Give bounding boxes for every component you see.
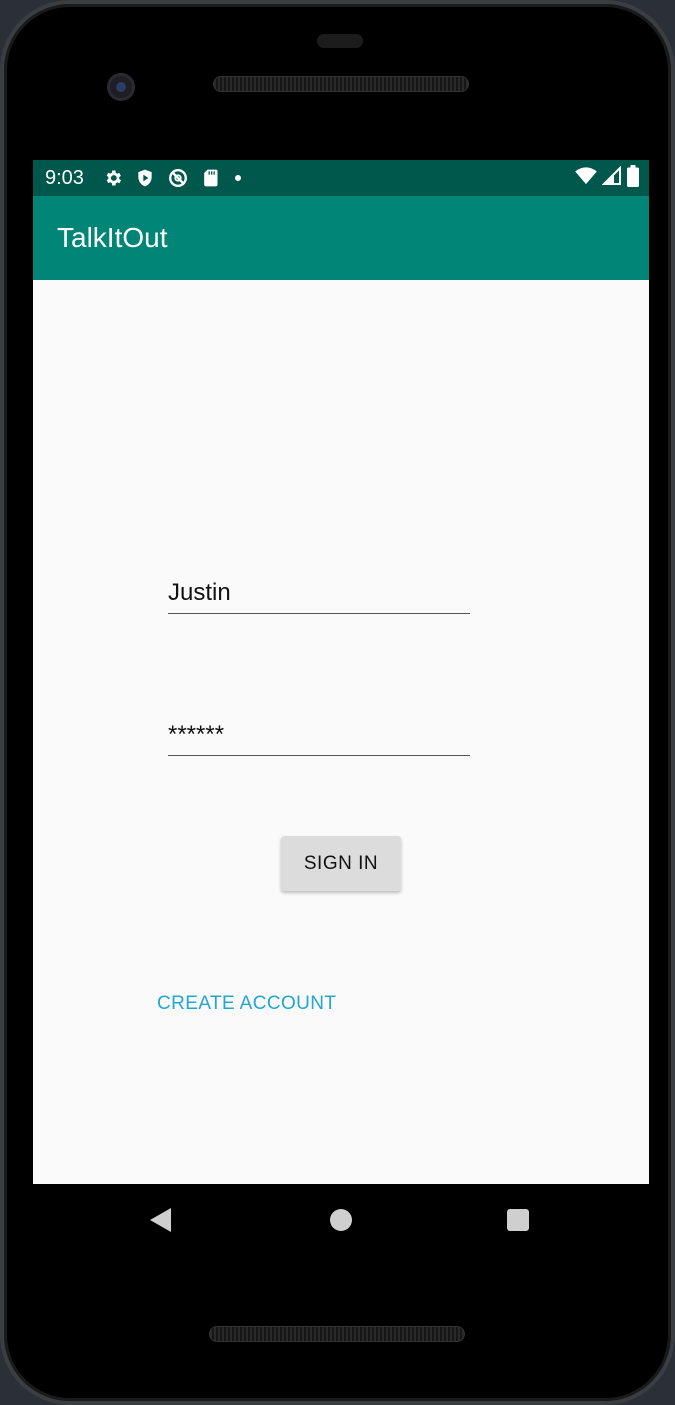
battery-icon	[627, 164, 639, 192]
shield-play-icon	[135, 168, 155, 188]
username-value: Justin	[168, 579, 231, 606]
bottom-speaker-grille	[209, 1326, 465, 1342]
dot-icon	[231, 171, 245, 185]
gear-icon	[103, 168, 123, 188]
app-title: TalkItOut	[57, 222, 168, 253]
front-camera	[107, 73, 135, 101]
cell-signal-icon	[601, 165, 622, 191]
sign-in-button[interactable]: SIGN IN	[281, 836, 401, 891]
app-bar: TalkItOut	[33, 196, 649, 280]
back-icon[interactable]	[150, 1208, 171, 1232]
do-not-disturb-icon	[167, 167, 189, 189]
system-icons	[575, 164, 639, 192]
wifi-icon	[575, 166, 597, 190]
top-sensor	[317, 34, 363, 48]
status-time: 9:03	[45, 167, 84, 189]
navigation-bar	[33, 1184, 649, 1256]
notification-icons	[103, 167, 245, 189]
username-field[interactable]: Justin	[168, 570, 470, 614]
recents-icon[interactable]	[507, 1209, 529, 1231]
create-account-link[interactable]: CREATE ACCOUNT	[157, 993, 336, 1015]
top-speaker-grille	[213, 76, 469, 92]
sd-card-icon	[201, 168, 219, 188]
password-field[interactable]: ******	[168, 712, 470, 756]
password-value: ******	[168, 721, 225, 748]
phone-frame: 9:03 TalkItOut Justin ****** SIGN IN CRE…	[0, 0, 675, 1405]
status-bar: 9:03	[33, 160, 649, 196]
screen: 9:03 TalkItOut Justin ****** SIGN IN CRE…	[33, 160, 649, 1184]
home-icon[interactable]	[330, 1209, 352, 1231]
